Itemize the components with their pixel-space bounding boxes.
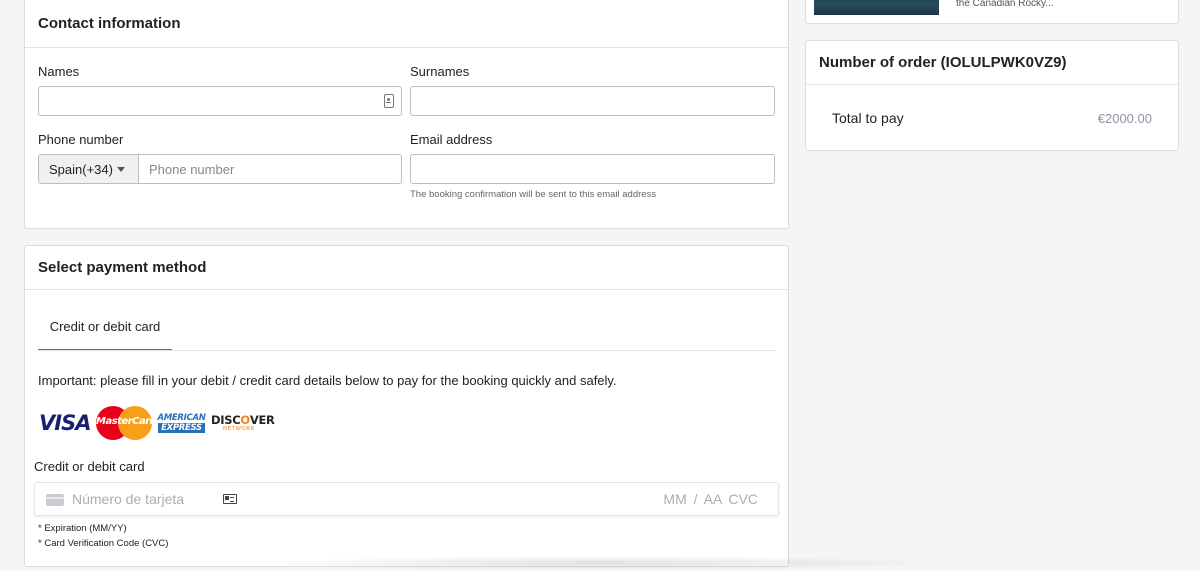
- tab-credit-debit-card[interactable]: Credit or debit card: [38, 316, 172, 351]
- email-address-label: Email address: [410, 132, 493, 147]
- visa-logo: VISA: [39, 411, 91, 435]
- credit-card-icon: [46, 494, 64, 506]
- trip-image: [814, 0, 939, 15]
- order-number-title: Number of order (IOLULPWK0VZ9): [819, 54, 1067, 71]
- american-express-logo: AMERICAN EXPRESS: [157, 413, 206, 433]
- payment-notice: Important: please fill in your debit / c…: [38, 373, 617, 388]
- trip-summary-card: the Canadian Rocky...: [805, 0, 1179, 24]
- discover-logo: DISCOVER NETWORK: [211, 412, 275, 432]
- country-code-value: Spain(+34): [49, 161, 113, 177]
- email-address-input[interactable]: [410, 154, 775, 184]
- contact-information-card: Contact information Names Surnames Phone…: [24, 0, 789, 229]
- surnames-label: Surnames: [410, 64, 470, 79]
- phone-number-input[interactable]: Phone number: [138, 154, 402, 184]
- tab-credit-debit-card-label: Credit or debit card: [49, 319, 161, 334]
- card-details-input[interactable]: Número de tarjeta MM / AA CVC: [34, 482, 779, 516]
- tab-divider: [38, 350, 775, 351]
- surnames-input[interactable]: [410, 86, 775, 116]
- chevron-down-icon: [117, 167, 125, 172]
- card-brand-logos: VISA MasterCard AMERICAN EXPRESS DISCOVE…: [39, 406, 275, 440]
- card-number-placeholder: Número de tarjeta: [72, 491, 185, 507]
- expiration-footnote: * Expiration (MM/YY): [38, 523, 127, 534]
- contact-card-title: Contact information: [38, 14, 181, 32]
- payment-card-header: Select payment method: [25, 246, 788, 290]
- floating-bar-shadow: [250, 556, 950, 570]
- payment-method-card: Select payment method Credit or debit ca…: [24, 245, 789, 567]
- mastercard-logo: MasterCard: [96, 406, 157, 440]
- expiry-cvc-placeholder: MM / AA CVC: [663, 491, 758, 507]
- names-input[interactable]: [38, 86, 402, 116]
- country-code-select[interactable]: Spain(+34): [38, 154, 139, 184]
- contact-card-icon[interactable]: [384, 94, 394, 108]
- cvc-footnote: * Card Verification Code (CVC): [38, 538, 169, 549]
- order-card-header: Number of order (IOLULPWK0VZ9): [806, 41, 1178, 85]
- phone-number-label: Phone number: [38, 132, 124, 147]
- contact-card-header: Contact information: [25, 0, 788, 48]
- order-summary-card: Number of order (IOLULPWK0VZ9) Total to …: [805, 40, 1179, 151]
- total-to-pay-label: Total to pay: [832, 110, 904, 126]
- card-field-label: Credit or debit card: [34, 459, 145, 474]
- payment-card-title: Select payment method: [38, 259, 207, 276]
- phone-number-placeholder: Phone number: [149, 161, 235, 177]
- trip-description: the Canadian Rocky...: [956, 0, 1054, 9]
- names-label: Names: [38, 64, 80, 79]
- autofill-card-icon[interactable]: [223, 494, 237, 504]
- email-help-text: The booking confirmation will be sent to…: [410, 189, 657, 200]
- total-to-pay-value: €2000.00: [1097, 111, 1152, 126]
